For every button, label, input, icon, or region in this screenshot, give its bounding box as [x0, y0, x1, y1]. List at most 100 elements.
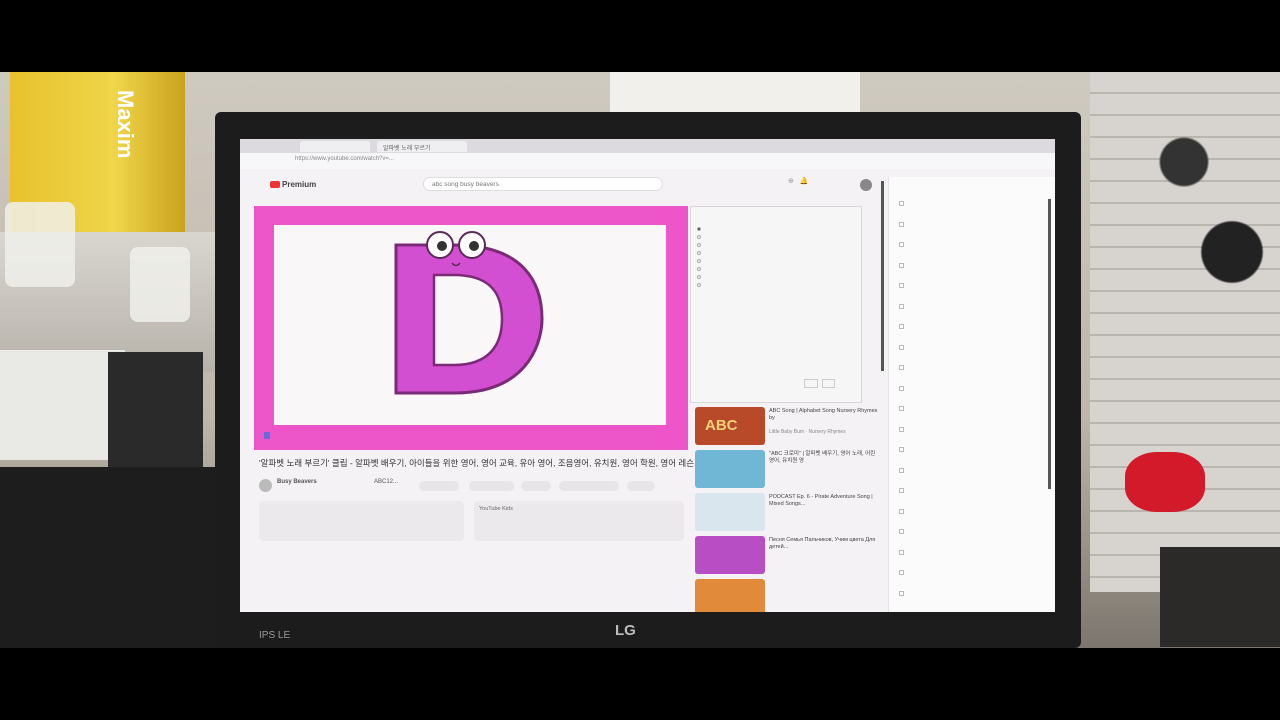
side-panel-item[interactable] [899, 242, 1049, 262]
checkbox-icon[interactable] [899, 365, 904, 370]
side-panel-item[interactable] [899, 262, 1049, 283]
share-button[interactable] [521, 481, 551, 491]
side-panel-item[interactable] [899, 467, 1049, 488]
browser-tab[interactable] [300, 141, 370, 152]
side-panel-item[interactable] [899, 201, 1049, 221]
youtube-header: Premium abc song busy beavers ⊕ 🔔 [240, 169, 880, 197]
video-frame [274, 225, 666, 425]
recommendation-item[interactable]: ABC ABC Song | Alphabet Song Nursery Rhy… [695, 407, 880, 445]
popup-option[interactable] [697, 258, 855, 263]
popup-option[interactable] [697, 282, 855, 287]
side-panel-item[interactable] [899, 447, 1049, 467]
recommendation-thumbnail[interactable] [695, 579, 765, 612]
checkbox-icon[interactable] [899, 324, 904, 329]
checkbox-icon[interactable] [899, 303, 904, 309]
side-panel-item[interactable] [899, 303, 1049, 324]
recommendation-item[interactable] [695, 579, 880, 612]
side-panel-item[interactable] [899, 549, 1049, 570]
side-panel-scrollbar[interactable] [1048, 199, 1051, 489]
more-button[interactable] [627, 481, 655, 491]
jar [5, 202, 75, 287]
recommendation-title[interactable]: PODCAST Ep. 6 - Pirate Adventure Song | … [769, 494, 879, 508]
side-panel-item[interactable] [899, 406, 1049, 426]
video-player[interactable] [254, 206, 688, 450]
photo-scene: Maxim 알파벳 노래 부르기 https://www.youtube.com… [0, 72, 1280, 648]
main-scrollbar[interactable] [881, 181, 884, 371]
popup-option[interactable] [697, 274, 855, 279]
avatar[interactable] [860, 179, 872, 191]
monitor-screen: 알파벳 노래 부르기 https://www.youtube.com/watch… [240, 139, 1055, 612]
popup-option[interactable] [697, 250, 855, 255]
side-panel-item[interactable] [899, 385, 1049, 406]
checkbox-icon[interactable] [899, 242, 904, 247]
popup-option[interactable] [697, 234, 855, 239]
side-panel-item[interactable] [899, 426, 1049, 447]
checkbox-icon[interactable] [899, 283, 904, 288]
checkbox-icon[interactable] [899, 590, 904, 596]
checkbox-icon[interactable] [899, 529, 904, 534]
side-panel-item[interactable] [899, 283, 1049, 303]
side-panel-item[interactable] [899, 488, 1049, 508]
checkbox-icon[interactable] [899, 262, 904, 268]
youtube-play-icon [270, 181, 280, 188]
recommendation-item[interactable]: "ABC 크로미" | 알파벳 배우기, 영어 노래, 어린 영어, 유치원 영 [695, 450, 880, 488]
recommendation-thumbnail[interactable] [695, 536, 765, 574]
side-panel-item[interactable] [899, 344, 1049, 365]
checkbox-icon[interactable] [899, 570, 904, 575]
popup-option[interactable] [697, 226, 855, 231]
letterbox-bottom [0, 648, 1280, 720]
channel-row: Busy Beavers ABC12... [259, 479, 689, 495]
popup-option[interactable] [697, 266, 855, 271]
side-panel-item[interactable] [899, 508, 1049, 529]
recommendation-item[interactable]: PODCAST Ep. 6 - Pirate Adventure Song | … [695, 493, 880, 531]
microwave [0, 350, 125, 460]
header-icons: ⊕ 🔔 [788, 178, 809, 185]
checkbox-icon[interactable] [899, 447, 904, 452]
checkbox-icon[interactable] [899, 549, 904, 555]
checkbox-icon[interactable] [899, 406, 904, 411]
letter-d-character [394, 231, 544, 395]
like-button[interactable] [469, 481, 514, 491]
letterbox-top [0, 0, 1280, 72]
monitor-panel-label: IPS LE [259, 630, 291, 641]
recommendation-title[interactable]: ABC Song | Alphabet Song Nursery Rhymes … [769, 408, 879, 422]
popup-ok-button[interactable] [821, 379, 835, 388]
checkbox-icon[interactable] [899, 385, 904, 391]
checkbox-icon[interactable] [899, 344, 904, 350]
side-panel-item[interactable] [899, 570, 1049, 590]
recommendation-item[interactable]: Песня Семья Пальчиков, Учим цвета Для де… [695, 536, 880, 574]
popup-tabs[interactable] [697, 216, 855, 221]
save-button[interactable] [559, 481, 619, 491]
description-box[interactable] [259, 501, 464, 541]
youtube-kids-box[interactable]: YouTube Kids [474, 501, 684, 541]
browser-tab-active[interactable]: 알파벳 노래 부르기 [377, 141, 467, 152]
address-bar[interactable]: https://www.youtube.com/watch?v=... [240, 153, 1055, 169]
side-panel-item[interactable] [899, 529, 1049, 549]
recommendation-thumbnail[interactable] [695, 450, 765, 488]
url-text[interactable]: https://www.youtube.com/watch?v=... [295, 156, 394, 162]
checkbox-icon[interactable] [899, 201, 904, 206]
side-panel-item[interactable] [899, 590, 1049, 611]
checkbox-icon[interactable] [899, 508, 904, 514]
youtube-kids-label: YouTube Kids [479, 506, 513, 512]
search-input[interactable]: abc song busy beavers [423, 177, 663, 191]
checkbox-icon[interactable] [899, 467, 904, 473]
video-title: '알파벳 노래 부르기' 클립 - 알파벳 배우기, 아이들을 위한 영어, 영… [259, 458, 697, 468]
side-panel-item[interactable] [899, 365, 1049, 385]
recommendation-thumbnail[interactable] [695, 493, 765, 531]
popup-option[interactable] [697, 242, 855, 247]
recommendation-thumbnail[interactable]: ABC [695, 407, 765, 445]
popup-cancel-button[interactable] [804, 379, 818, 388]
subscribe-button[interactable] [419, 481, 459, 491]
channel-name[interactable]: Busy Beavers [277, 479, 317, 485]
extension-popup[interactable] [690, 206, 862, 403]
checkbox-icon[interactable] [899, 426, 904, 432]
youtube-logo[interactable]: Premium [270, 180, 316, 189]
channel-avatar[interactable] [259, 479, 272, 492]
side-panel-item[interactable] [899, 221, 1049, 242]
side-panel-item[interactable] [899, 324, 1049, 344]
recommendation-title[interactable]: Песня Семья Пальчиков, Учим цвета Для де… [769, 537, 879, 551]
recommendation-title[interactable]: "ABC 크로미" | 알파벳 배우기, 영어 노래, 어린 영어, 유치원 영 [769, 451, 879, 465]
checkbox-icon[interactable] [899, 221, 904, 227]
checkbox-icon[interactable] [899, 488, 904, 493]
